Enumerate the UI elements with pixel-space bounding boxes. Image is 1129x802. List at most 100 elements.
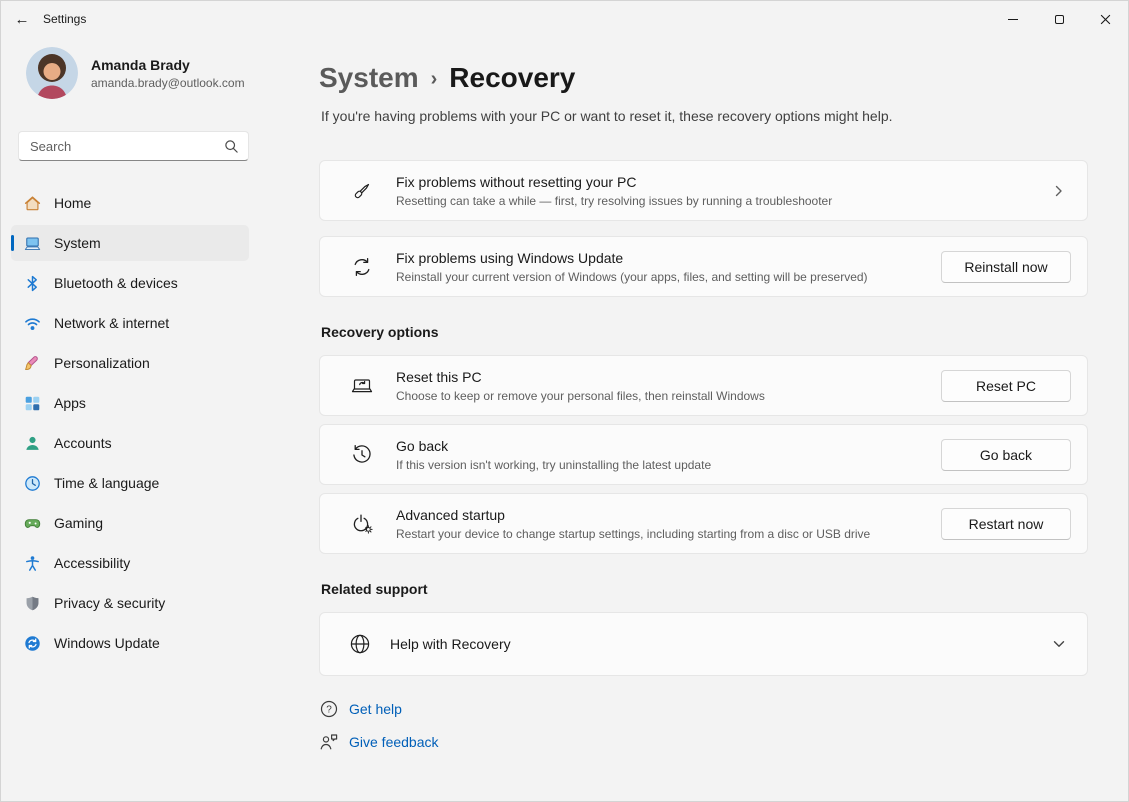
maximize-icon xyxy=(1055,15,1064,24)
account-text: Amanda Brady amanda.brady@outlook.com xyxy=(91,57,245,90)
back-arrow-icon: ← xyxy=(15,11,30,28)
card-text: Advanced startup Restart your device to … xyxy=(396,507,941,541)
card-text: Reset this PC Choose to keep or remove y… xyxy=(396,369,941,403)
card-title: Go back xyxy=(396,438,941,454)
minimize-button[interactable] xyxy=(990,1,1036,37)
chevron-right-icon xyxy=(1051,183,1067,199)
main-content: System › Recovery If you're having probl… xyxy=(291,37,1128,801)
reinstall-now-button[interactable]: Reinstall now xyxy=(941,251,1071,283)
sidebar-item-label: Accessibility xyxy=(54,555,130,571)
sidebar-item-system[interactable]: System xyxy=(11,225,249,261)
feedback-icon xyxy=(319,732,339,752)
get-help-link[interactable]: ? Get help xyxy=(319,699,402,719)
titlebar: ← Settings xyxy=(1,1,1128,37)
window-title: Settings xyxy=(43,12,86,26)
card-title: Advanced startup xyxy=(396,507,941,523)
sidebar-item-apps[interactable]: Apps xyxy=(11,385,249,421)
bluetooth-icon xyxy=(24,275,41,292)
card-go-back: Go back If this version isn't working, t… xyxy=(319,424,1088,485)
sidebar-item-label: Home xyxy=(54,195,91,211)
card-text: Fix problems using Windows Update Reinst… xyxy=(396,250,941,284)
sidebar-item-accounts[interactable]: Accounts xyxy=(11,425,249,461)
sidebar-item-label: Time & language xyxy=(54,475,159,491)
card-text: Fix problems without resetting your PC R… xyxy=(396,174,1051,208)
page-description: If you're having problems with your PC o… xyxy=(321,108,1088,124)
breadcrumb-system[interactable]: System xyxy=(319,59,419,97)
home-icon xyxy=(24,195,41,212)
section-heading-related-support: Related support xyxy=(321,581,1088,597)
sidebar: Amanda Brady amanda.brady@outlook.com Ho… xyxy=(1,37,291,801)
sidebar-item-bluetooth-devices[interactable]: Bluetooth & devices xyxy=(11,265,249,301)
sidebar-item-label: Gaming xyxy=(54,515,103,531)
close-button[interactable] xyxy=(1082,1,1128,37)
sidebar-item-accessibility[interactable]: Accessibility xyxy=(11,545,249,581)
card-title: Help with Recovery xyxy=(390,636,1051,652)
back-button[interactable]: ← xyxy=(1,1,43,37)
sidebar-item-gaming[interactable]: Gaming xyxy=(11,505,249,541)
go-back-button[interactable]: Go back xyxy=(941,439,1071,471)
sidebar-item-time-language[interactable]: Time & language xyxy=(11,465,249,501)
system-icon xyxy=(24,235,41,252)
power-gear-icon xyxy=(350,512,374,536)
sidebar-item-home[interactable]: Home xyxy=(11,185,249,221)
restart-now-button[interactable]: Restart now xyxy=(941,508,1071,540)
give-feedback-link[interactable]: Give feedback xyxy=(319,732,439,752)
sidebar-item-privacy-security[interactable]: Privacy & security xyxy=(11,585,249,621)
card-subtitle: Choose to keep or remove your personal f… xyxy=(396,389,941,403)
card-subtitle: Restart your device to change startup se… xyxy=(396,527,941,541)
card-title: Fix problems without resetting your PC xyxy=(396,174,1051,190)
sidebar-item-network-internet[interactable]: Network & internet xyxy=(11,305,249,341)
card-title: Reset this PC xyxy=(396,369,941,385)
accessibility-icon xyxy=(24,555,41,572)
sidebar-item-windows-update[interactable]: Windows Update xyxy=(11,625,249,661)
card-subtitle: If this version isn't working, try unins… xyxy=(396,458,941,472)
reset-pc-icon xyxy=(350,374,374,398)
sidebar-item-label: Personalization xyxy=(54,355,150,371)
sidebar-nav: Home System Bluetooth & devices xyxy=(11,185,249,661)
card-text: Help with Recovery xyxy=(390,636,1051,652)
gaming-icon xyxy=(24,515,41,532)
give-feedback-label: Give feedback xyxy=(349,734,439,750)
time-language-icon xyxy=(24,475,41,492)
close-icon xyxy=(1100,14,1111,25)
card-text: Go back If this version isn't working, t… xyxy=(396,438,941,472)
account-email: amanda.brady@outlook.com xyxy=(91,76,245,90)
settings-window: ← Settings xyxy=(0,0,1129,802)
card-reset-this-pc: Reset this PC Choose to keep or remove y… xyxy=(319,355,1088,416)
apps-icon xyxy=(24,395,41,412)
page-title: Recovery xyxy=(449,59,575,97)
personalization-icon xyxy=(24,355,41,372)
question-icon: ? xyxy=(319,699,339,719)
sidebar-item-personalization[interactable]: Personalization xyxy=(11,345,249,381)
section-heading-recovery-options: Recovery options xyxy=(321,324,1088,340)
card-subtitle: Resetting can take a while — first, try … xyxy=(396,194,1051,208)
minimize-icon xyxy=(1008,19,1018,20)
breadcrumb: System › Recovery xyxy=(319,57,1088,98)
sidebar-item-label: Windows Update xyxy=(54,635,160,651)
maximize-button[interactable] xyxy=(1036,1,1082,37)
screwdriver-icon xyxy=(350,179,374,203)
card-help-with-recovery[interactable]: Help with Recovery xyxy=(319,612,1088,676)
search-input[interactable] xyxy=(19,139,224,154)
search-box xyxy=(18,131,249,161)
card-advanced-startup: Advanced startup Restart your device to … xyxy=(319,493,1088,554)
search-icon[interactable] xyxy=(224,136,248,157)
avatar xyxy=(26,47,78,99)
windows-update-icon xyxy=(24,635,41,652)
account-profile[interactable]: Amanda Brady amanda.brady@outlook.com xyxy=(26,47,249,99)
privacy-icon xyxy=(24,595,41,612)
reset-pc-button[interactable]: Reset PC xyxy=(941,370,1071,402)
svg-text:?: ? xyxy=(326,705,332,716)
card-fix-problems-troubleshoot[interactable]: Fix problems without resetting your PC R… xyxy=(319,160,1088,221)
sidebar-item-label: Apps xyxy=(54,395,86,411)
globe-icon xyxy=(348,631,372,657)
sidebar-item-label: Accounts xyxy=(54,435,112,451)
breadcrumb-separator-icon: › xyxy=(431,57,438,98)
account-name: Amanda Brady xyxy=(91,57,245,73)
chevron-down-icon[interactable] xyxy=(1051,636,1067,652)
card-subtitle: Reinstall your current version of Window… xyxy=(396,270,941,284)
footer-links: ? Get help Give feedback xyxy=(319,699,1088,752)
network-icon xyxy=(24,315,41,332)
history-clock-icon xyxy=(350,443,374,467)
sidebar-item-label: Bluetooth & devices xyxy=(54,275,178,291)
